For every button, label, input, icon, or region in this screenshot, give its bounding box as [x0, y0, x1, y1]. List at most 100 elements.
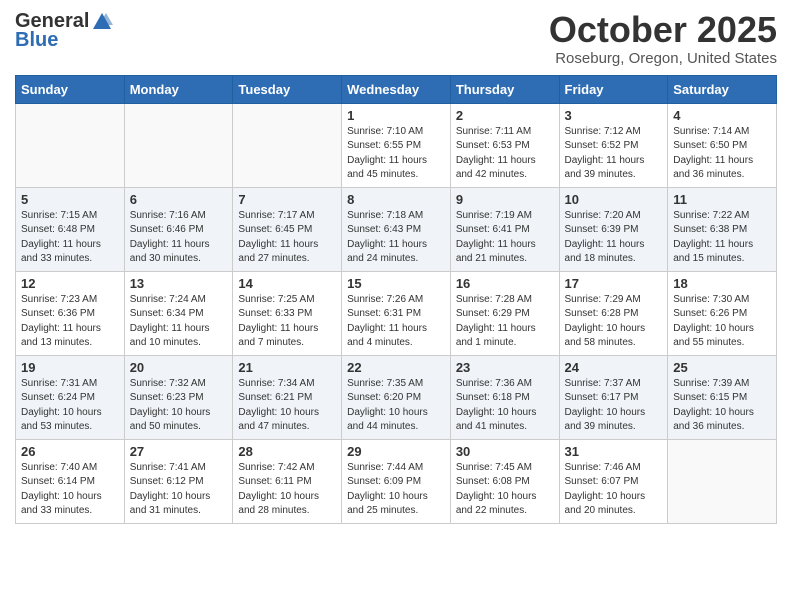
calendar-cell: 4 Sunrise: 7:14 AMSunset: 6:50 PMDaylight…: [668, 103, 777, 187]
day-info: Sunrise: 7:45 AMSunset: 6:08 PMDaylight:…: [456, 461, 554, 519]
day-number: 31: [565, 444, 663, 459]
day-number: 15: [347, 276, 445, 291]
calendar-cell: 25 Sunrise: 7:39 AMSunset: 6:15 PMDayligh…: [668, 355, 777, 439]
day-number: 6: [130, 192, 228, 207]
calendar-cell: 31 Sunrise: 7:46 AMSunset: 6:07 PMDayligh…: [559, 439, 668, 523]
day-number: 4: [673, 108, 771, 123]
calendar-week-row: 5 Sunrise: 7:15 AMSunset: 6:48 PMDaylight…: [16, 187, 777, 271]
day-info: Sunrise: 7:23 AMSunset: 6:36 PMDaylight:…: [21, 293, 119, 351]
calendar-cell: 28 Sunrise: 7:42 AMSunset: 6:11 PMDayligh…: [233, 439, 342, 523]
calendar-cell: 21Sunrise: 7:34 AMSunset: 6:21 PMDayligh…: [233, 355, 342, 439]
calendar-cell: 19Sunrise: 7:31 AMSunset: 6:24 PMDayligh…: [16, 355, 125, 439]
day-number: 8: [347, 192, 445, 207]
day-number: 5: [21, 192, 119, 207]
calendar-cell: 13Sunrise: 7:24 AMSunset: 6:34 PMDayligh…: [124, 271, 233, 355]
calendar-cell: 22Sunrise: 7:35 AMSunset: 6:20 PMDayligh…: [342, 355, 451, 439]
calendar-cell: 2Sunrise: 7:11 AMSunset: 6:53 PMDaylight…: [450, 103, 559, 187]
day-number: 7: [238, 192, 336, 207]
calendar-cell: 8 Sunrise: 7:18 AMSunset: 6:43 PMDaylight…: [342, 187, 451, 271]
calendar-cell: 6 Sunrise: 7:16 AMSunset: 6:46 PMDaylight…: [124, 187, 233, 271]
day-number: 27: [130, 444, 228, 459]
day-info: Sunrise: 7:14 AMSunset: 6:50 PMDaylight:…: [673, 125, 771, 183]
logo: General Blue: [15, 10, 113, 52]
day-info: Sunrise: 7:41 AMSunset: 6:12 PMDaylight:…: [130, 461, 228, 519]
day-number: 30: [456, 444, 554, 459]
calendar-cell: 5 Sunrise: 7:15 AMSunset: 6:48 PMDaylight…: [16, 187, 125, 271]
day-info: Sunrise: 7:35 AMSunset: 6:20 PMDaylight:…: [347, 377, 445, 435]
weekday-header: Wednesday: [342, 75, 451, 103]
calendar-cell: 30 Sunrise: 7:45 AMSunset: 6:08 PMDayligh…: [450, 439, 559, 523]
weekday-header: Sunday: [16, 75, 125, 103]
weekday-header: Tuesday: [233, 75, 342, 103]
day-number: 9: [456, 192, 554, 207]
calendar-cell: 11 Sunrise: 7:22 AMSunset: 6:38 PMDayligh…: [668, 187, 777, 271]
calendar-table: SundayMondayTuesdayWednesdayThursdayFrid…: [15, 75, 777, 524]
calendar-cell: [668, 439, 777, 523]
calendar-cell: 24 Sunrise: 7:37 AMSunset: 6:17 PMDayligh…: [559, 355, 668, 439]
day-info: Sunrise: 7:37 AMSunset: 6:17 PMDaylight:…: [565, 377, 663, 435]
day-info: Sunrise: 7:42 AMSunset: 6:11 PMDaylight:…: [238, 461, 336, 519]
day-info: Sunrise: 7:10 AMSunset: 6:55 PMDaylight:…: [347, 125, 445, 183]
day-info: Sunrise: 7:44 AMSunset: 6:09 PMDaylight:…: [347, 461, 445, 519]
day-info: Sunrise: 7:34 AMSunset: 6:21 PMDaylight:…: [238, 377, 336, 435]
day-info: Sunrise: 7:15 AMSunset: 6:48 PMDaylight:…: [21, 209, 119, 267]
day-info: Sunrise: 7:25 AMSunset: 6:33 PMDaylight:…: [238, 293, 336, 351]
day-info: Sunrise: 7:36 AMSunset: 6:18 PMDaylight:…: [456, 377, 554, 435]
day-info: Sunrise: 7:46 AMSunset: 6:07 PMDaylight:…: [565, 461, 663, 519]
day-number: 23: [456, 360, 554, 375]
location: Roseburg, Oregon, United States: [549, 50, 777, 67]
day-info: Sunrise: 7:18 AMSunset: 6:43 PMDaylight:…: [347, 209, 445, 267]
day-info: Sunrise: 7:29 AMSunset: 6:28 PMDaylight:…: [565, 293, 663, 351]
day-number: 1: [347, 108, 445, 123]
calendar-week-row: 26 Sunrise: 7:40 AMSunset: 6:14 PMDayligh…: [16, 439, 777, 523]
day-number: 2: [456, 108, 554, 123]
day-number: 10: [565, 192, 663, 207]
day-info: Sunrise: 7:16 AMSunset: 6:46 PMDaylight:…: [130, 209, 228, 267]
day-info: Sunrise: 7:20 AMSunset: 6:39 PMDaylight:…: [565, 209, 663, 267]
day-number: 29: [347, 444, 445, 459]
calendar-cell: 18 Sunrise: 7:30 AMSunset: 6:26 PMDayligh…: [668, 271, 777, 355]
calendar-cell: 1 Sunrise: 7:10 AMSunset: 6:55 PMDaylight…: [342, 103, 451, 187]
day-number: 26: [21, 444, 119, 459]
title-area: October 2025 Roseburg, Oregon, United St…: [549, 10, 777, 67]
day-number: 16: [456, 276, 554, 291]
calendar-cell: [16, 103, 125, 187]
day-number: 17: [565, 276, 663, 291]
calendar-cell: 14 Sunrise: 7:25 AMSunset: 6:33 PMDayligh…: [233, 271, 342, 355]
calendar-cell: 20 Sunrise: 7:32 AMSunset: 6:23 PMDayligh…: [124, 355, 233, 439]
day-number: 28: [238, 444, 336, 459]
day-number: 18: [673, 276, 771, 291]
weekday-header: Monday: [124, 75, 233, 103]
calendar-week-row: 1 Sunrise: 7:10 AMSunset: 6:55 PMDaylight…: [16, 103, 777, 187]
day-number: 3: [565, 108, 663, 123]
day-number: 11: [673, 192, 771, 207]
calendar-cell: 27 Sunrise: 7:41 AMSunset: 6:12 PMDayligh…: [124, 439, 233, 523]
calendar-cell: 23 Sunrise: 7:36 AMSunset: 6:18 PMDayligh…: [450, 355, 559, 439]
day-number: 24: [565, 360, 663, 375]
calendar-cell: [124, 103, 233, 187]
logo-icon: [91, 11, 113, 33]
calendar-cell: 15Sunrise: 7:26 AMSunset: 6:31 PMDayligh…: [342, 271, 451, 355]
day-info: Sunrise: 7:17 AMSunset: 6:45 PMDaylight:…: [238, 209, 336, 267]
day-number: 20: [130, 360, 228, 375]
calendar-cell: 3 Sunrise: 7:12 AMSunset: 6:52 PMDaylight…: [559, 103, 668, 187]
weekday-header-row: SundayMondayTuesdayWednesdayThursdayFrid…: [16, 75, 777, 103]
day-info: Sunrise: 7:28 AMSunset: 6:29 PMDaylight:…: [456, 293, 554, 351]
day-number: 12: [21, 276, 119, 291]
day-number: 14: [238, 276, 336, 291]
calendar-cell: 17 Sunrise: 7:29 AMSunset: 6:28 PMDayligh…: [559, 271, 668, 355]
day-info: Sunrise: 7:22 AMSunset: 6:38 PMDaylight:…: [673, 209, 771, 267]
calendar-cell: 10 Sunrise: 7:20 AMSunset: 6:39 PMDayligh…: [559, 187, 668, 271]
calendar-cell: [233, 103, 342, 187]
calendar-week-row: 12 Sunrise: 7:23 AMSunset: 6:36 PMDayligh…: [16, 271, 777, 355]
calendar-cell: 12 Sunrise: 7:23 AMSunset: 6:36 PMDayligh…: [16, 271, 125, 355]
day-info: Sunrise: 7:32 AMSunset: 6:23 PMDaylight:…: [130, 377, 228, 435]
day-info: Sunrise: 7:12 AMSunset: 6:52 PMDaylight:…: [565, 125, 663, 183]
month-title: October 2025: [549, 10, 777, 50]
day-info: Sunrise: 7:30 AMSunset: 6:26 PMDaylight:…: [673, 293, 771, 351]
day-number: 25: [673, 360, 771, 375]
day-info: Sunrise: 7:19 AMSunset: 6:41 PMDaylight:…: [456, 209, 554, 267]
day-info: Sunrise: 7:39 AMSunset: 6:15 PMDaylight:…: [673, 377, 771, 435]
day-info: Sunrise: 7:40 AMSunset: 6:14 PMDaylight:…: [21, 461, 119, 519]
weekday-header: Saturday: [668, 75, 777, 103]
